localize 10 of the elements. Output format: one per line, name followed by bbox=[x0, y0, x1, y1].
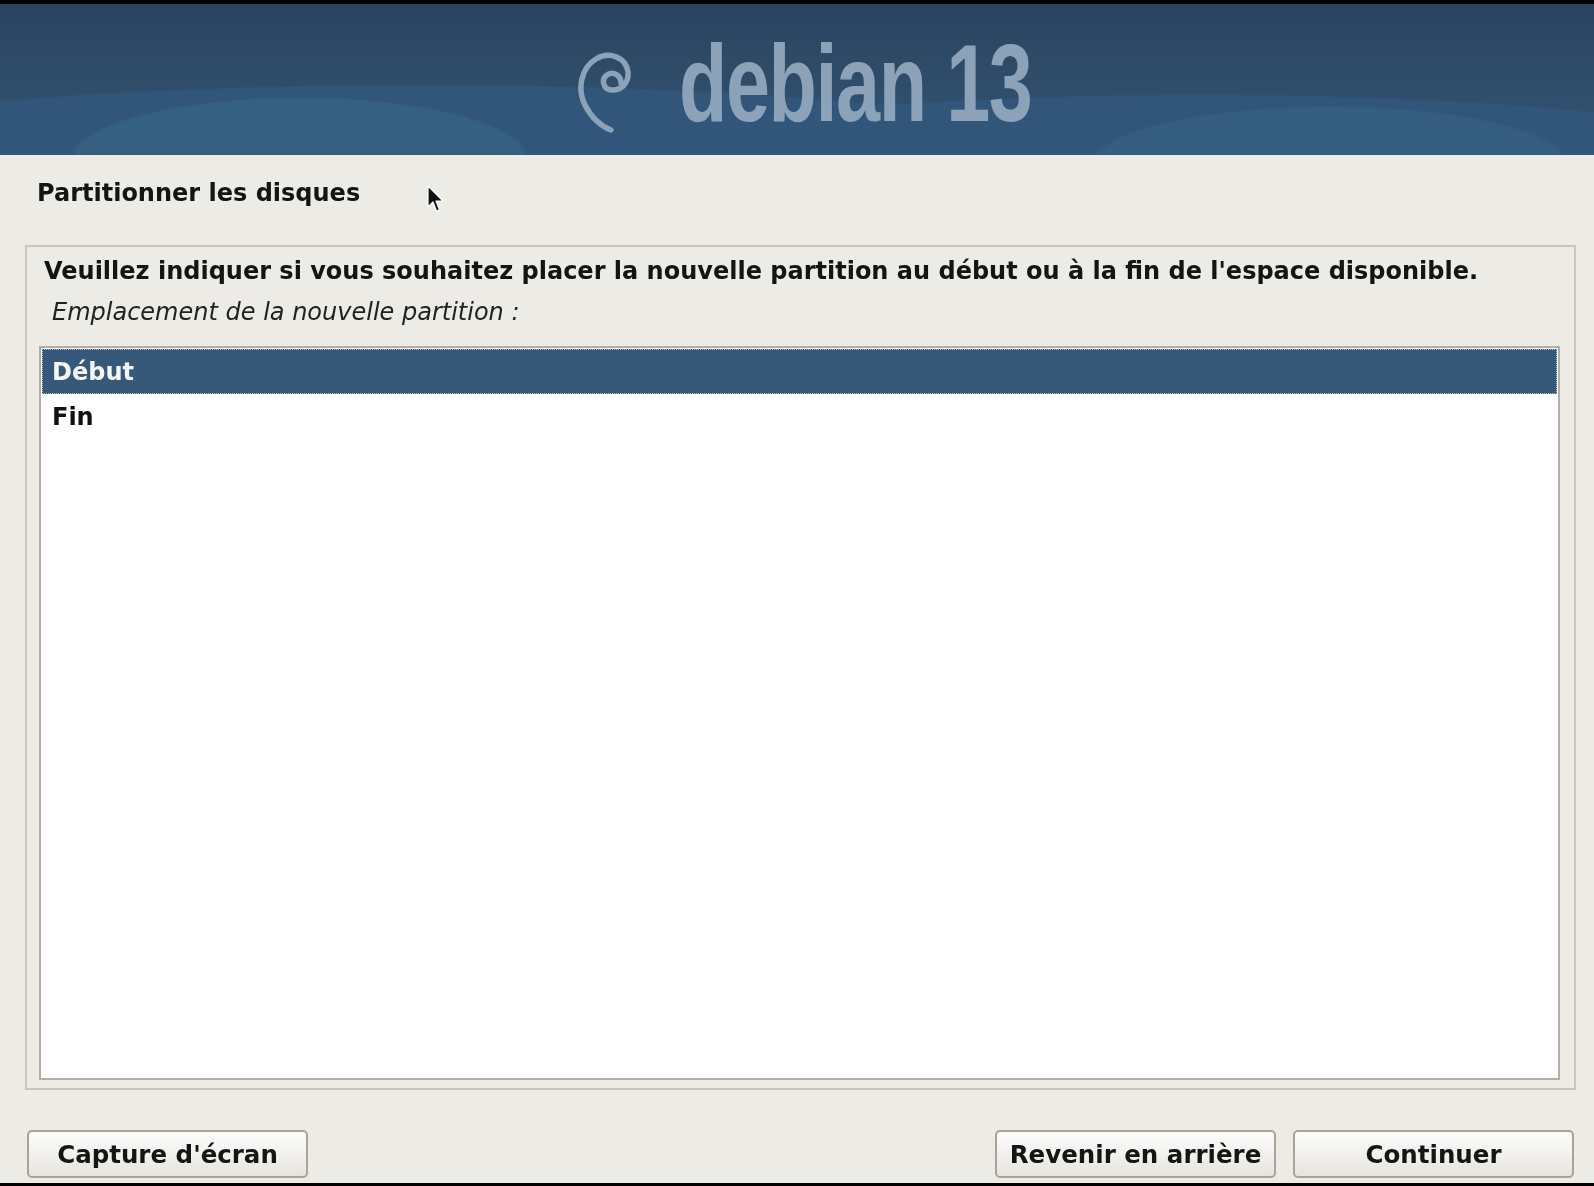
dialog-button[interactable]: Continuer bbox=[1293, 1130, 1574, 1178]
mouse-pointer-icon bbox=[427, 185, 444, 213]
step-title: Partitionner les disques bbox=[37, 179, 361, 207]
question-text: Veuillez indiquer si vous souhaitez placer la nouvelle partition au début ou à la fin de l'espace disponible. bbox=[44, 256, 1480, 286]
logo-text: debian 13 bbox=[679, 28, 1032, 138]
prompt-label: Emplacement de la nouvelle partition : bbox=[52, 297, 521, 327]
dialog-button[interactable]: Capture d'écran bbox=[27, 1130, 308, 1178]
list-item[interactable]: Fin bbox=[42, 394, 1557, 439]
list-item[interactable]: Début bbox=[42, 349, 1557, 394]
dialog-button[interactable]: Revenir en arrière bbox=[995, 1130, 1276, 1178]
